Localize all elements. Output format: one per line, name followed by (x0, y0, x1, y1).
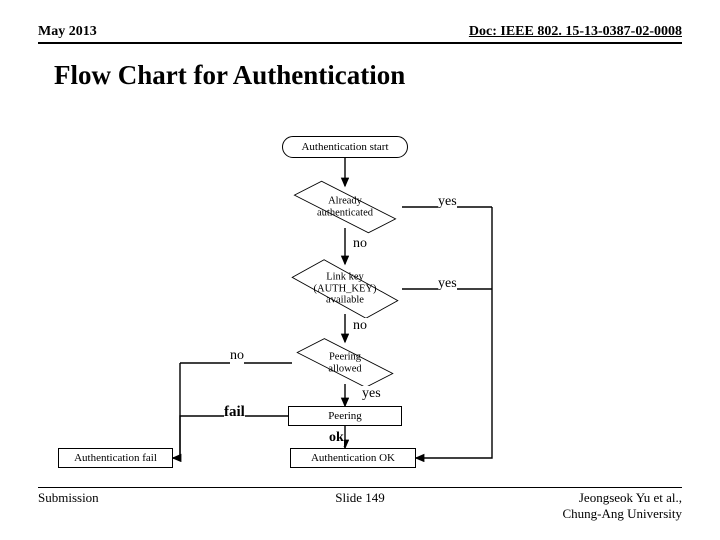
node-linkkey-label: Link key (AUTH_KEY) available (314, 272, 377, 307)
node-peering-label: Peering (328, 410, 362, 423)
node-auth-fail: Authentication fail (58, 448, 173, 468)
label-yes-3: yes (362, 386, 381, 402)
node-auth-ok: Authentication OK (290, 448, 416, 468)
node-peering: Peering (288, 406, 402, 426)
label-no-3: no (230, 348, 244, 364)
node-auth-ok-label: Authentication OK (311, 452, 395, 465)
label-yes-1: yes (438, 194, 457, 210)
label-yes-2: yes (438, 276, 457, 292)
label-ok: ok (329, 430, 344, 446)
node-peering-allowed-label: Peering allowed (328, 351, 361, 374)
footer-right-line2: Chung-Ang University (562, 506, 682, 521)
label-fail: fail (224, 404, 245, 421)
label-no-2: no (353, 318, 367, 334)
slide-footer: Submission Slide 149 Jeongseok Yu et al.… (38, 487, 682, 522)
page-title: Flow Chart for Authentication (54, 60, 405, 91)
header-doc: Doc: IEEE 802. 15-13-0387-02-0008 (469, 24, 682, 40)
node-auth-fail-label: Authentication fail (74, 452, 157, 465)
label-no-1: no (353, 236, 367, 252)
node-start: Authentication start (282, 136, 408, 158)
node-start-label: Authentication start (301, 141, 388, 154)
header-date: May 2013 (38, 24, 97, 40)
slide-header: May 2013 Doc: IEEE 802. 15-13-0387-02-00… (38, 24, 682, 44)
footer-center: Slide 149 (38, 490, 682, 506)
node-already-label: Already authenticated (317, 195, 373, 218)
